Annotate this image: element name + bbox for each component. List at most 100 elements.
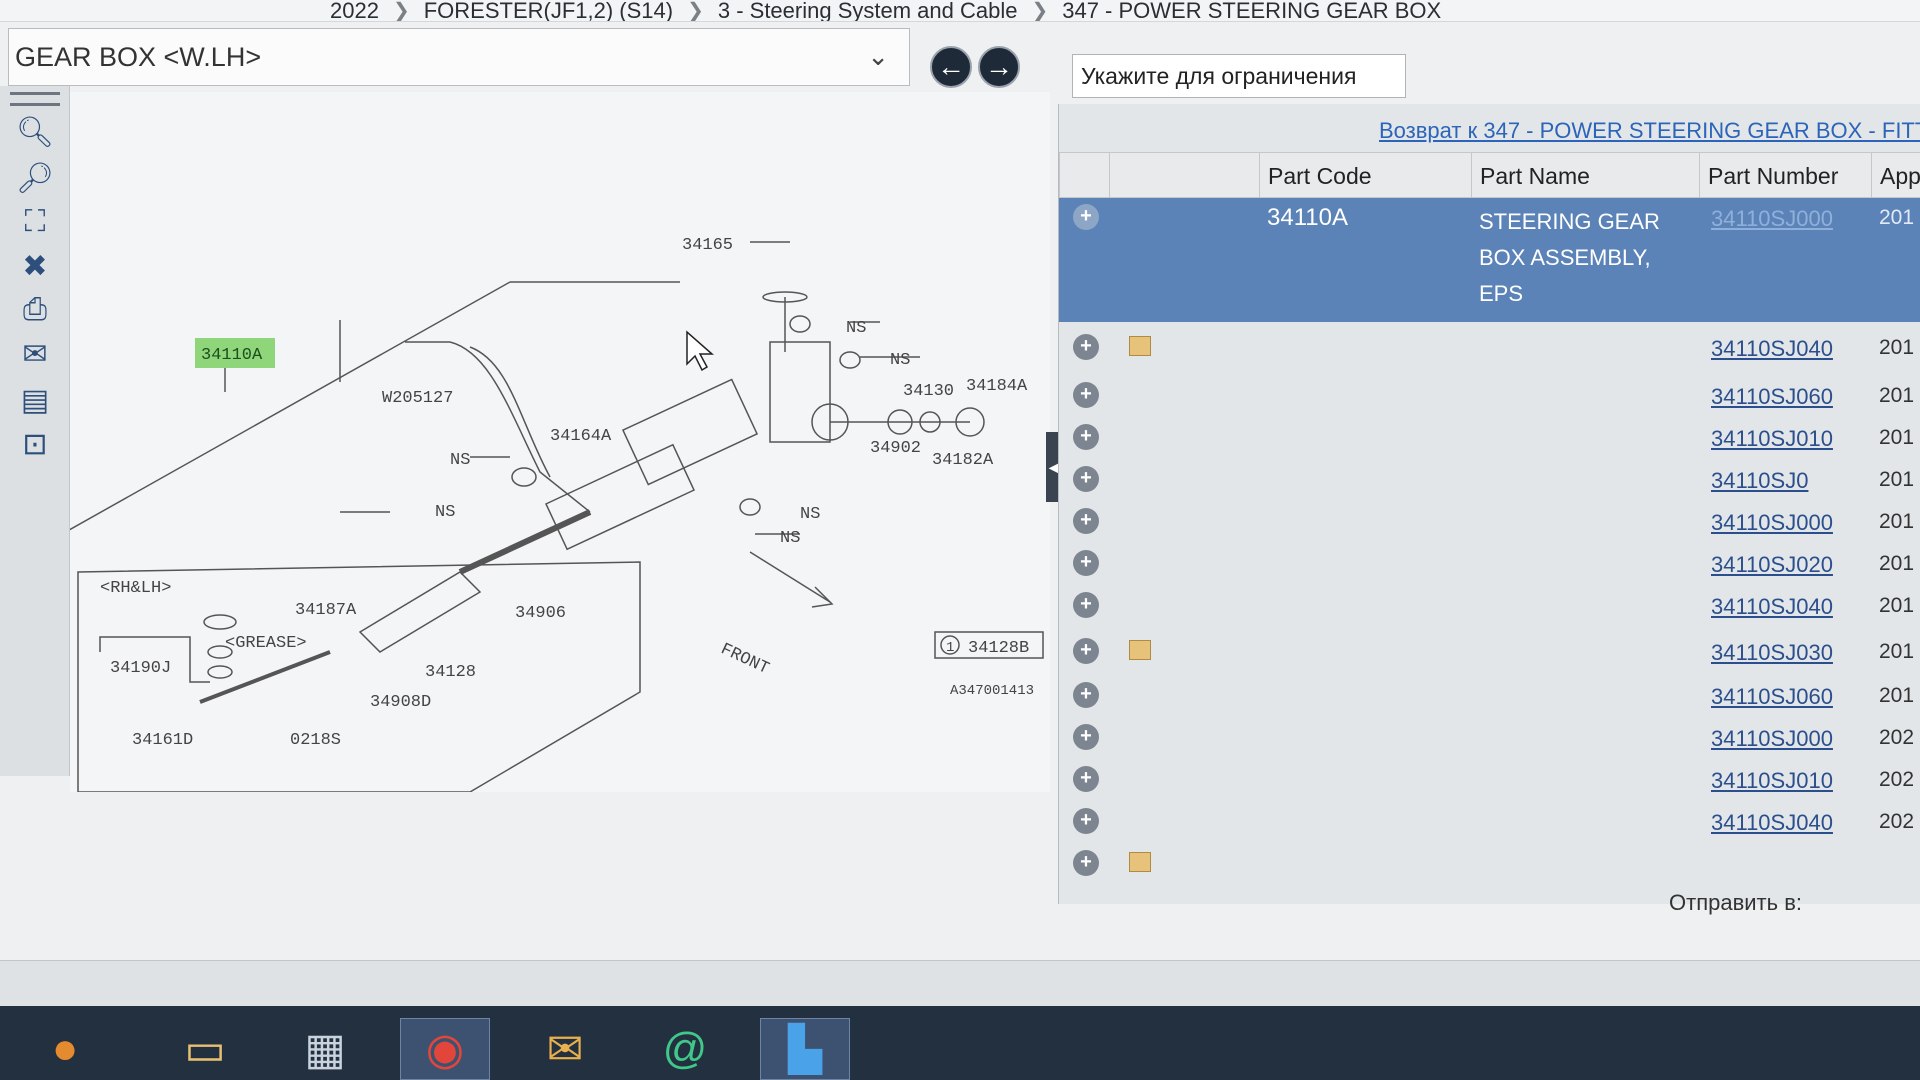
label-0218S[interactable]: 0218S — [290, 731, 341, 750]
label-34130[interactable]: 34130 — [903, 382, 954, 401]
rack-housing — [544, 443, 696, 551]
screen: 2022 ❯ FORESTER(JF1,2) (S14) ❯ 3 - Steer… — [0, 0, 1920, 1080]
print-icon[interactable]: ⎙ — [14, 292, 56, 328]
part-number-link[interactable]: 34110SJ010 — [1711, 426, 1833, 452]
header-part-code[interactable]: Part Code — [1259, 153, 1471, 199]
note-icon[interactable] — [1129, 336, 1151, 356]
expand-icon[interactable]: + — [1073, 334, 1099, 360]
part-number-link[interactable]: 34110SJ010 — [1711, 768, 1833, 794]
table-row[interactable]: + — [1059, 844, 1920, 884]
label-34906[interactable]: 34906 — [515, 604, 566, 623]
header-part-number[interactable]: Part Number — [1699, 153, 1871, 199]
parts-catalog-icon[interactable]: ▙ — [760, 1018, 850, 1080]
fit-icon[interactable]: ⛶ — [14, 204, 56, 240]
expand-icon[interactable]: + — [1073, 382, 1099, 408]
label-W205127[interactable]: W205127 — [382, 389, 453, 408]
breadcrumb-item-year[interactable]: 2022 — [330, 0, 379, 21]
filter-input[interactable]: Укажите для ограничения — [1072, 54, 1406, 98]
table-row[interactable]: + 34110SJ000 201 — [1059, 502, 1920, 542]
zoom-out-icon[interactable]: 🔎︎ — [14, 160, 56, 196]
breadcrumb-item-model[interactable]: FORESTER(JF1,2) (S14) — [424, 0, 673, 21]
part-number-link[interactable]: 34110SJ0 — [1711, 468, 1808, 494]
send-to-label[interactable]: Отправить в: — [1669, 890, 1802, 916]
note-icon[interactable] — [1129, 640, 1151, 660]
note-icon[interactable]: ▤ — [14, 382, 56, 418]
expand-icon[interactable]: + — [1073, 724, 1099, 750]
label-34164A[interactable]: 34164A — [550, 427, 612, 446]
previous-button[interactable]: ← — [930, 46, 972, 88]
part-number-link[interactable]: 34110SJ040 — [1711, 810, 1833, 836]
expand-icon[interactable]: + — [1073, 766, 1099, 792]
label-34128B[interactable]: 34128B — [968, 639, 1029, 658]
part-name: STEERING GEAR BOX ASSEMBLY, EPS — [1479, 209, 1660, 306]
toolbar-grip[interactable] — [10, 92, 60, 106]
expand-icon[interactable]: + — [1073, 550, 1099, 576]
next-button[interactable]: → — [978, 46, 1020, 88]
zoom-in-icon[interactable]: 🔍︎ — [14, 114, 56, 150]
table-row[interactable]: + 34110SJ040 201 — [1059, 586, 1920, 626]
applicability: 201 — [1879, 336, 1915, 359]
table-row[interactable]: + 34110SJ010 202 — [1059, 760, 1920, 800]
label-34902[interactable]: 34902 — [870, 439, 921, 458]
header-applicability[interactable]: Appl — [1871, 153, 1920, 199]
table-row[interactable]: + 34110SJ010 201 — [1059, 418, 1920, 458]
clear-highlight-icon[interactable]: ✖ — [14, 248, 56, 284]
mail-icon[interactable]: ✉ — [14, 336, 56, 372]
label-34128[interactable]: 34128 — [425, 663, 476, 682]
label-34182A[interactable]: 34182A — [932, 451, 994, 470]
fullscreen-icon[interactable]: ⊡ — [14, 426, 56, 462]
part-number-link[interactable]: 34110SJ030 — [1711, 640, 1833, 666]
label-34190J[interactable]: 34190J — [110, 659, 171, 678]
part-number-link[interactable]: 34110SJ040 — [1711, 336, 1833, 362]
breadcrumb-item-section[interactable]: 347 - POWER STEERING GEAR BOX — [1062, 0, 1441, 21]
illustration-select-value: GEAR BOX <W.LH> — [15, 41, 262, 72]
expand-icon[interactable]: + — [1073, 508, 1099, 534]
chrome-icon[interactable]: ◉ — [400, 1018, 490, 1080]
clip — [207, 665, 233, 679]
label-34184A[interactable]: 34184A — [966, 377, 1028, 396]
header-part-name[interactable]: Part Name — [1471, 153, 1699, 199]
part-number-link[interactable]: 34110SJ060 — [1711, 384, 1833, 410]
applicability: 201 — [1879, 594, 1915, 617]
part-number-link[interactable]: 34110SJ060 — [1711, 684, 1833, 710]
expand-icon[interactable]: + — [1073, 682, 1099, 708]
expand-icon[interactable]: + — [1073, 466, 1099, 492]
breadcrumb-item-group[interactable]: 3 - Steering System and Cable — [718, 0, 1018, 21]
label-34908D[interactable]: 34908D — [370, 693, 431, 712]
calculator-icon[interactable]: ▦ — [280, 1018, 370, 1080]
chevron-down-icon[interactable]: ⌄ — [867, 41, 889, 72]
table-row[interactable]: + 34110SJ040 201 — [1059, 328, 1920, 368]
table-row[interactable]: + 34110SJ040 202 — [1059, 802, 1920, 842]
table-row[interactable]: + 34110SJ020 201 — [1059, 544, 1920, 584]
label-34187A[interactable]: 34187A — [295, 601, 357, 620]
part-number-link[interactable]: 34110SJ000 — [1711, 206, 1833, 232]
part-number-link[interactable]: 34110SJ000 — [1711, 510, 1833, 536]
part-number-link[interactable]: 34110SJ020 — [1711, 552, 1833, 578]
expand-icon[interactable]: + — [1073, 204, 1099, 230]
at-sign-app-icon[interactable]: @ — [640, 1018, 730, 1080]
table-row[interactable]: + 34110A STEERING GEAR BOX ASSEMBLY, EPS… — [1059, 198, 1920, 322]
back-to-section-link[interactable]: Возврат к 347 - POWER STEERING GEAR BOX … — [1379, 118, 1920, 144]
expand-icon[interactable]: + — [1073, 592, 1099, 618]
label-34161D[interactable]: 34161D — [132, 731, 193, 750]
part-number-link[interactable]: 34110SJ000 — [1711, 726, 1833, 752]
table-row[interactable]: + 34110SJ0 201 — [1059, 460, 1920, 500]
part-number-link[interactable]: 34110SJ040 — [1711, 594, 1833, 620]
file-explorer-icon[interactable]: ▭ — [160, 1018, 250, 1080]
expand-icon[interactable]: + — [1073, 638, 1099, 664]
note-icon[interactable] — [1129, 852, 1151, 872]
label-34165[interactable]: 34165 — [682, 236, 733, 255]
mail-client-icon[interactable]: ✉ — [520, 1018, 610, 1080]
expand-icon[interactable]: + — [1073, 424, 1099, 450]
table-row[interactable]: + 34110SJ060 201 — [1059, 676, 1920, 716]
expand-icon[interactable]: + — [1073, 850, 1099, 876]
illustration-select[interactable]: GEAR BOX <W.LH> ⌄ — [8, 28, 910, 86]
start-button[interactable]: ● — [20, 1018, 110, 1080]
table-row[interactable]: + 34110SJ030 201 — [1059, 632, 1920, 672]
table-row[interactable]: + 34110SJ000 202 — [1059, 718, 1920, 758]
label-34110A[interactable]: 34110A — [201, 346, 263, 365]
expand-icon[interactable]: + — [1073, 808, 1099, 834]
table-row[interactable]: + 34110SJ060 201 — [1059, 376, 1920, 416]
applicability: 201 — [1879, 552, 1915, 575]
parts-diagram[interactable]: 34110A 34165 NS NS 34130 34184A 34182A 3… — [29, 92, 1050, 793]
